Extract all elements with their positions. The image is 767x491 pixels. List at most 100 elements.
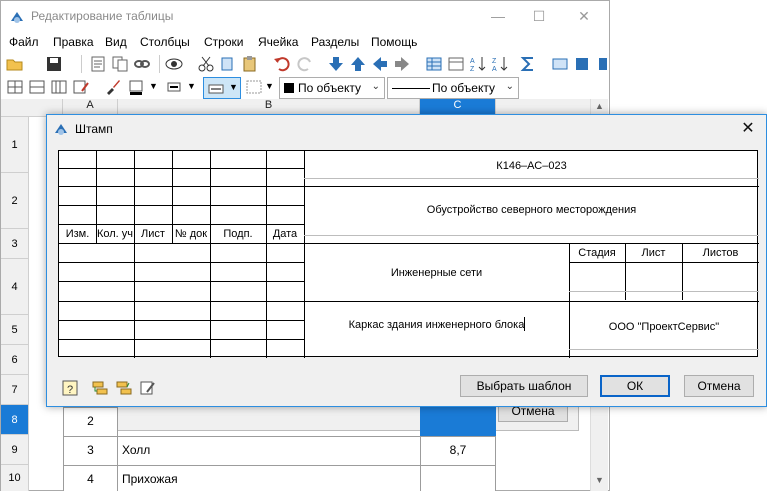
stamp-dialog: Штамп ✕ Изм. Кол. уч Лист № док Подп. Да…	[46, 114, 767, 407]
menu-help[interactable]: Помощь	[371, 35, 417, 49]
load-template-icon[interactable]	[91, 379, 109, 397]
fill-combo-value: По объекту	[298, 81, 361, 95]
split-cells-icon[interactable]	[28, 78, 46, 96]
svg-text:A: A	[470, 58, 475, 65]
cancel-button[interactable]: Отмена	[684, 375, 754, 397]
row-header[interactable]: 7	[1, 375, 29, 405]
link-icon[interactable]	[133, 55, 151, 73]
svg-text:?: ?	[67, 384, 73, 396]
scroll-up-icon[interactable]: ▲	[595, 101, 604, 111]
export-icon[interactable]	[595, 55, 613, 73]
menu-file[interactable]: Файл	[9, 35, 39, 49]
sum-icon[interactable]	[519, 55, 537, 73]
close-icon[interactable]: ✕	[734, 117, 762, 141]
table-cell-num[interactable]: 4	[63, 465, 118, 491]
line-sample	[392, 88, 430, 89]
calculator-icon[interactable]	[551, 55, 569, 73]
row-header[interactable]: 9	[1, 435, 29, 465]
sort-za-icon[interactable]: ZA	[491, 55, 509, 73]
table-cell-selected[interactable]	[420, 407, 496, 437]
edit-template-icon[interactable]	[139, 379, 157, 397]
help-icon[interactable]: ?	[61, 379, 79, 397]
row-header[interactable]: 3	[1, 229, 29, 259]
menu-view[interactable]: Вид	[105, 35, 127, 49]
text-cursor	[524, 317, 525, 331]
row-header[interactable]: 5	[1, 315, 29, 345]
table-cell-value[interactable]	[420, 465, 496, 491]
undo-icon[interactable]	[273, 55, 291, 73]
preview-eye-icon[interactable]	[165, 55, 183, 73]
brush-icon[interactable]	[104, 78, 122, 96]
fill-color-icon[interactable]	[127, 78, 145, 96]
row-header[interactable]: 1	[1, 117, 29, 173]
border-style-button[interactable]: ▼	[203, 77, 241, 99]
dropdown-arrow-icon[interactable]: ▼	[265, 81, 274, 91]
col-header-kol: Кол. уч	[96, 228, 134, 240]
col-header-date: Дата	[272, 228, 298, 240]
dropdown-arrow-icon: ▼	[229, 82, 238, 92]
row-header[interactable]: 6	[1, 345, 29, 375]
row-header[interactable]: 4	[1, 259, 29, 315]
dropdown-arrow-icon[interactable]: ▼	[187, 81, 196, 91]
sheet-header: Лист	[641, 247, 666, 259]
row-header[interactable]: 2	[1, 173, 29, 229]
edit-cell-icon[interactable]	[72, 78, 90, 96]
copy-icon[interactable]	[111, 55, 129, 73]
table-cell-name[interactable]: Прихожая	[117, 465, 421, 491]
properties-icon[interactable]	[89, 55, 107, 73]
stage-header: Стадия	[578, 247, 616, 259]
dropdown-arrow-icon[interactable]: ▼	[149, 81, 158, 91]
line-style-icon[interactable]	[165, 78, 183, 96]
choose-template-button[interactable]: Выбрать шаблон	[460, 375, 588, 397]
redo-icon[interactable]	[296, 55, 314, 73]
chevron-down-icon: ⌄	[371, 81, 380, 92]
cut-icon[interactable]	[197, 55, 215, 73]
open-folder-icon[interactable]	[6, 55, 24, 73]
row-header-selected[interactable]: 8	[1, 405, 29, 435]
title-block-stamp: Изм. Кол. уч Лист № док Подп. Дата К146–…	[58, 150, 759, 358]
color-swatch	[284, 83, 294, 93]
menu-sections[interactable]: Разделы	[311, 35, 359, 49]
line-combo[interactable]: По объекту ⌄	[387, 77, 519, 99]
save-template-icon[interactable]	[115, 379, 133, 397]
paste-icon[interactable]	[241, 55, 259, 73]
arrow-down-icon[interactable]	[327, 55, 345, 73]
cell-format-icon[interactable]	[50, 78, 68, 96]
window-title: Редактирование таблицы	[31, 9, 174, 23]
grid-borders-icon[interactable]	[245, 78, 263, 96]
book-icon[interactable]	[573, 55, 591, 73]
organization-field[interactable]: ООО "ПроектСервис"	[569, 321, 759, 333]
scroll-down-icon[interactable]: ▼	[595, 475, 604, 485]
line-combo-value: По объекту	[432, 81, 495, 95]
minimize-icon[interactable]: —	[483, 5, 513, 27]
menu-cell[interactable]: Ячейка	[258, 35, 298, 49]
fill-combo[interactable]: По объекту ⌄	[279, 77, 385, 99]
app-icon	[11, 12, 23, 23]
save-icon[interactable]	[45, 55, 63, 73]
row-header[interactable]: 10	[1, 465, 29, 491]
arrow-right-icon[interactable]	[393, 55, 411, 73]
menu-rows[interactable]: Строки	[204, 35, 243, 49]
maximize-icon[interactable]: ☐	[524, 5, 554, 27]
menu-edit[interactable]: Правка	[53, 35, 94, 49]
drawing-name-field[interactable]: Каркас здания инженерного блока	[304, 319, 569, 331]
arrow-left-icon[interactable]	[371, 55, 389, 73]
table-cell-value[interactable]: 8,7	[420, 436, 496, 466]
table-props-icon[interactable]	[447, 55, 465, 73]
table-cell-name[interactable]: Холл	[117, 436, 421, 466]
section-name-field[interactable]: Инженерные сети	[304, 267, 569, 279]
merge-cells-icon[interactable]	[6, 78, 24, 96]
table-cell-num[interactable]: 2	[63, 407, 118, 437]
table-cell-num[interactable]: 3	[63, 436, 118, 466]
doc-code-field[interactable]: К146–АС–023	[304, 160, 759, 172]
object-name-field[interactable]: Обустройство северного месторождения	[304, 204, 759, 216]
col-header-list: Лист	[141, 228, 165, 240]
sort-az-icon[interactable]: AZ	[469, 55, 487, 73]
window-close-icon[interactable]: ✕	[569, 5, 599, 27]
paste-copy-icon[interactable]	[219, 55, 237, 73]
menu-columns[interactable]: Столбцы	[140, 35, 190, 49]
table-grid-icon[interactable]	[425, 55, 443, 73]
ok-button[interactable]: ОК	[600, 375, 670, 397]
svg-text:Z: Z	[492, 58, 497, 65]
arrow-up-icon[interactable]	[349, 55, 367, 73]
